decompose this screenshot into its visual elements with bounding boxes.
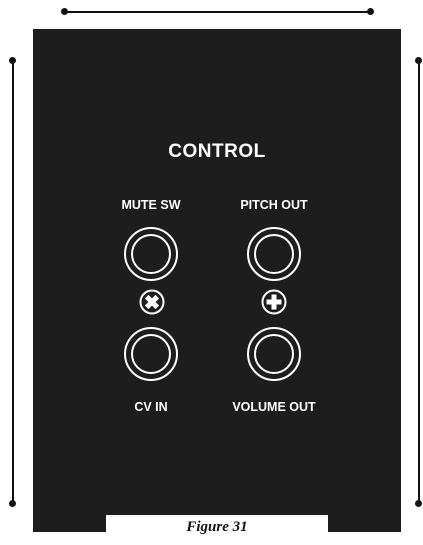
figure-caption: Figure 31 — [186, 519, 248, 535]
figure-caption-box: Figure 31 — [106, 515, 328, 545]
jack-label-volume-out: VOLUME OUT — [232, 400, 316, 414]
dimension-endpoint-top-right — [367, 8, 374, 15]
jack-label-pitch-out: PITCH OUT — [240, 198, 308, 212]
dimension-endpoint-right-top — [415, 57, 422, 64]
dimension-line-left — [12, 60, 14, 504]
screw-left-icon — [139, 289, 165, 315]
dimension-endpoint-left-top — [9, 57, 16, 64]
dimension-endpoint-top-left — [61, 8, 68, 15]
jack-cv-in[interactable] — [124, 327, 178, 381]
dimension-endpoint-right-bottom — [415, 500, 422, 507]
module-panel: CONTROL MUTE SW PITCH OUT CV IN VOLUME O… — [33, 29, 401, 532]
screw-right-icon — [261, 289, 287, 315]
jack-mute-sw[interactable] — [124, 227, 178, 281]
panel-title: CONTROL — [168, 141, 266, 162]
dimension-line-top — [64, 11, 370, 13]
jack-pitch-out[interactable] — [247, 227, 301, 281]
jack-volume-out[interactable] — [247, 327, 301, 381]
dimension-endpoint-left-bottom — [9, 500, 16, 507]
dimension-line-right — [418, 60, 420, 504]
